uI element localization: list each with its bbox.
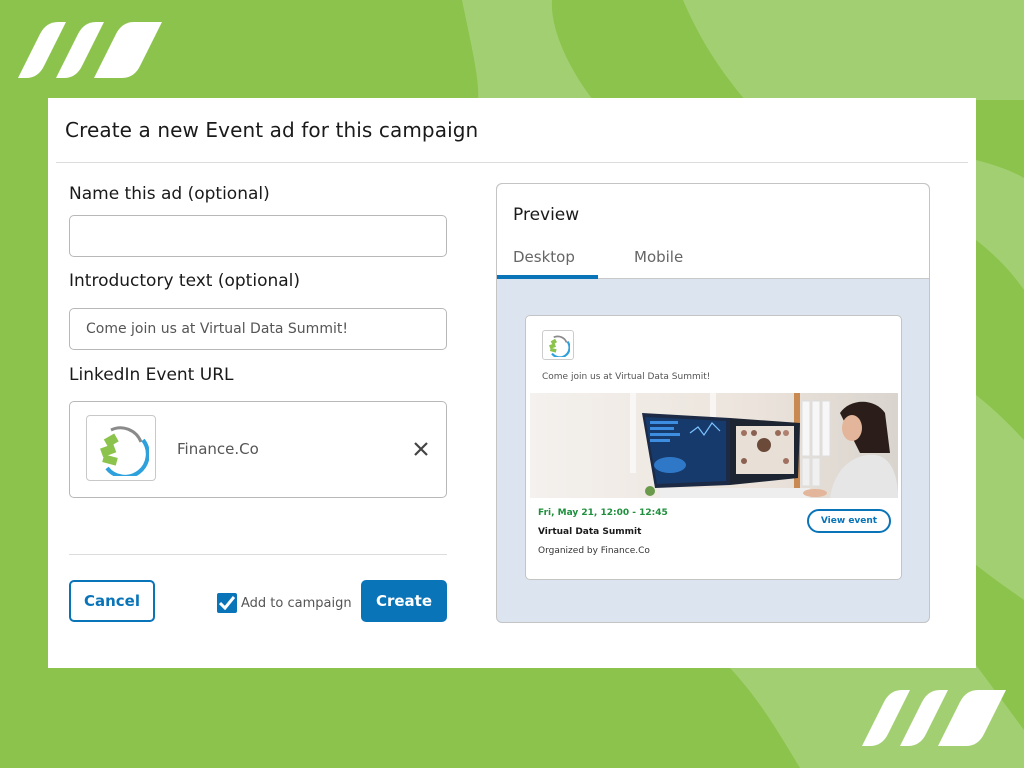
preview-panel: Preview Desktop Mobile Come join us at V… bbox=[496, 183, 930, 623]
dialog-title: Create a new Event ad for this campaign bbox=[65, 118, 479, 142]
checkbox-checked-icon[interactable] bbox=[217, 593, 237, 613]
close-icon bbox=[414, 442, 428, 456]
selected-event-name: Finance.Co bbox=[177, 440, 259, 458]
event-url-label: LinkedIn Event URL bbox=[69, 365, 234, 385]
preview-title: Preview bbox=[513, 205, 580, 225]
finance-co-logo-icon bbox=[542, 330, 574, 360]
create-event-ad-dialog: Create a new Event ad for this campaign … bbox=[48, 98, 976, 668]
brand-logo-icon bbox=[18, 22, 162, 78]
event-title: Virtual Data Summit bbox=[538, 527, 642, 537]
cancel-button[interactable]: Cancel bbox=[69, 580, 155, 622]
ad-preview-card: Come join us at Virtual Data Summit! Fri… bbox=[525, 315, 902, 580]
title-divider bbox=[56, 162, 968, 163]
create-button[interactable]: Create bbox=[361, 580, 447, 622]
event-organizer: Organized by Finance.Co bbox=[538, 546, 650, 556]
footer-divider bbox=[69, 554, 447, 555]
intro-text-input[interactable] bbox=[69, 308, 447, 350]
ad-event-image bbox=[530, 393, 898, 498]
active-tab-indicator bbox=[497, 275, 598, 279]
intro-text-label: Introductory text (optional) bbox=[69, 271, 301, 291]
event-date: Fri, May 21, 12:00 - 12:45 bbox=[538, 508, 668, 518]
ad-intro-text: Come join us at Virtual Data Summit! bbox=[542, 372, 711, 382]
tab-mobile[interactable]: Mobile bbox=[634, 248, 683, 266]
selected-event-box[interactable]: Finance.Co bbox=[69, 401, 447, 498]
brand-logo-icon bbox=[862, 690, 1006, 746]
finance-co-logo-icon bbox=[86, 415, 156, 481]
tab-desktop[interactable]: Desktop bbox=[513, 248, 575, 266]
remove-event-button[interactable] bbox=[408, 436, 434, 462]
ad-name-input[interactable] bbox=[69, 215, 447, 257]
add-to-campaign-label: Add to campaign bbox=[241, 595, 352, 611]
preview-header: Preview Desktop Mobile bbox=[497, 184, 929, 279]
view-event-button[interactable]: View event bbox=[807, 509, 891, 533]
ad-name-label: Name this ad (optional) bbox=[69, 184, 270, 204]
add-to-campaign-checkbox[interactable]: Add to campaign bbox=[217, 593, 352, 613]
